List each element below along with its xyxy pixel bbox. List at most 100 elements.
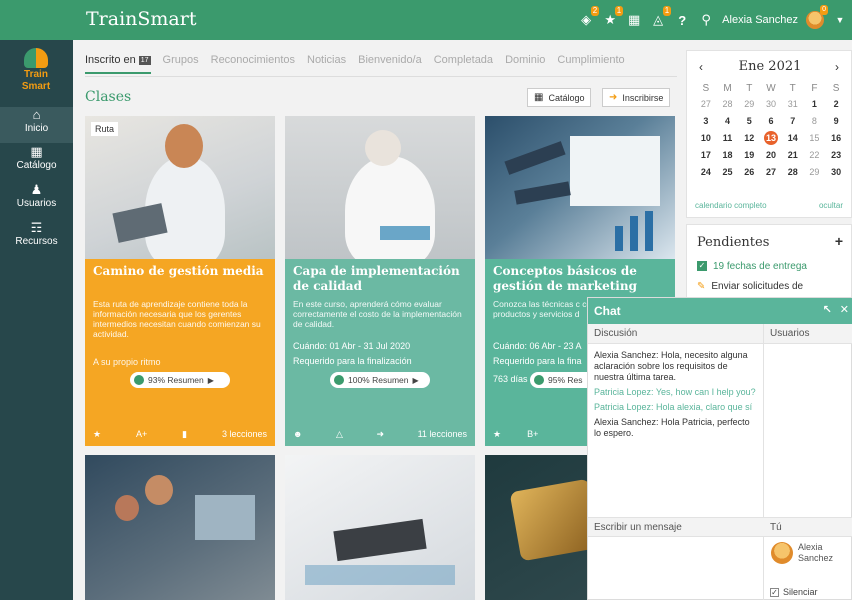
mute-toggle[interactable]: ✓ Silenciar bbox=[770, 587, 818, 597]
sidebar-item-inicio[interactable]: ⌂ Inicio bbox=[0, 107, 73, 143]
chat-message-author: Alexia Sanchez: bbox=[594, 350, 662, 360]
calendar-grid: S M T W T F S 27 28 29 30 31 1 2 3 4 5 6 7 8 9 10 11 12 13 14 15 16… bbox=[695, 83, 847, 179]
calendar-day[interactable]: 30 bbox=[825, 165, 847, 179]
grid-icon[interactable]: ▦ bbox=[626, 12, 642, 28]
calendar-day[interactable]: 30 bbox=[760, 97, 782, 111]
message-input[interactable]: Escribir un mensaje bbox=[594, 522, 682, 533]
calendar-day[interactable]: 15 bbox=[804, 131, 826, 145]
document-icon: ▮ bbox=[182, 428, 188, 439]
expand-icon[interactable]: ↖ bbox=[823, 303, 832, 316]
tab-inscrito[interactable]: Inscrito en 17 bbox=[85, 54, 151, 74]
course-card[interactable] bbox=[85, 455, 275, 600]
calendar-day[interactable]: 9 bbox=[825, 114, 847, 128]
calendar-day[interactable]: 24 bbox=[695, 165, 717, 179]
chevron-right-icon[interactable]: › bbox=[835, 60, 839, 74]
card-footer: ☻ △ ➜ 11 lecciones bbox=[293, 427, 467, 441]
calendar-day[interactable]: 23 bbox=[825, 148, 847, 162]
tab-dominio[interactable]: Dominio bbox=[505, 54, 545, 74]
calendar-day[interactable]: 7 bbox=[782, 114, 804, 128]
calendar-day[interactable]: 2 bbox=[825, 97, 847, 111]
calendar-day[interactable]: 3 bbox=[695, 114, 717, 128]
app-title[interactable]: TrainSmart bbox=[86, 8, 196, 30]
logo-text-smart: Smart bbox=[21, 81, 51, 92]
play-icon: ▶ bbox=[412, 375, 419, 385]
sidebar-item-usuarios[interactable]: ♟ Usuarios bbox=[0, 182, 73, 218]
calendar-day[interactable]: 28 bbox=[782, 165, 804, 179]
course-card[interactable]: Capa de implementación de calidad En est… bbox=[285, 116, 475, 446]
chat-message-author: Alexia Sanchez: bbox=[594, 417, 662, 427]
progress-button[interactable]: 93% Resumen ▶ bbox=[130, 372, 230, 388]
tab-grupos[interactable]: Grupos bbox=[163, 54, 199, 74]
badge-icon[interactable]: ◈ 2 bbox=[578, 6, 600, 28]
calendar-day[interactable]: 31 bbox=[782, 97, 804, 111]
calendar-day[interactable]: 10 bbox=[695, 131, 717, 145]
calendar-day[interactable]: 16 bbox=[825, 131, 847, 145]
course-title[interactable]: Conceptos básicos de gestión de marketin… bbox=[493, 264, 669, 294]
calendar-day[interactable]: 11 bbox=[717, 131, 739, 145]
enroll-button[interactable]: ➜ Inscribirse bbox=[602, 88, 671, 107]
calendar-day[interactable]: 25 bbox=[717, 165, 739, 179]
calendar-day[interactable]: 21 bbox=[782, 148, 804, 162]
calendar-day[interactable]: 27 bbox=[695, 97, 717, 111]
calendar-day[interactable]: 28 bbox=[717, 97, 739, 111]
course-image bbox=[195, 495, 255, 540]
calendar-day[interactable]: 29 bbox=[738, 97, 760, 111]
checkbox-icon: ✓ bbox=[770, 587, 779, 597]
course-title[interactable]: Capa de implementación de calidad bbox=[293, 264, 469, 294]
calendar-day[interactable]: 18 bbox=[717, 148, 739, 162]
catalog-button[interactable]: ▦ Catálogo bbox=[527, 88, 592, 107]
calendar-day[interactable]: 6 bbox=[760, 114, 782, 128]
course-image bbox=[333, 518, 427, 562]
add-icon[interactable]: + bbox=[835, 233, 843, 249]
calendar-day[interactable]: 13 bbox=[763, 131, 778, 145]
calendar-day[interactable]: 29 bbox=[804, 165, 826, 179]
progress-button[interactable]: 100% Resumen ▶ bbox=[330, 372, 430, 388]
course-card-body: Camino de gestión media Esta ruta de apr… bbox=[85, 259, 275, 446]
calendar-hide-link[interactable]: ocultar bbox=[819, 201, 843, 210]
help-icon[interactable]: ? bbox=[674, 12, 690, 28]
pending-item[interactable]: ✎ Enviar solicitudes de bbox=[697, 281, 803, 292]
tab-noticias[interactable]: Noticias bbox=[307, 54, 346, 74]
sidebar-item-catalogo[interactable]: ▦ Catálogo bbox=[0, 144, 73, 180]
chevron-down-icon[interactable]: ▼ bbox=[832, 12, 848, 28]
chat-message: Alexia Sanchez: Hola Patricia, perfecto … bbox=[594, 417, 758, 439]
home-icon: ⌂ bbox=[32, 107, 41, 122]
pending-item[interactable]: ✓ 19 fechas de entrega bbox=[697, 261, 807, 272]
tab-cumplimiento[interactable]: Cumplimiento bbox=[557, 54, 624, 74]
tab-completada[interactable]: Completada bbox=[434, 54, 493, 74]
lessons-count: 3 lecciones bbox=[221, 429, 267, 439]
logo[interactable]: Train Smart bbox=[18, 48, 54, 102]
user-name[interactable]: Alexia Sanchez bbox=[722, 14, 798, 26]
sidebar-item-recursos[interactable]: ☶ Recursos bbox=[0, 220, 73, 256]
search-icon[interactable]: ⚲ bbox=[698, 12, 714, 28]
tab-bienvenido[interactable]: Bienvenido/a bbox=[358, 54, 422, 74]
calendar-day[interactable]: 8 bbox=[804, 114, 826, 128]
chat-message: Alexia Sanchez: Hola, necesito alguna ac… bbox=[594, 350, 758, 383]
sidebar-item-label: Catálogo bbox=[16, 160, 57, 171]
trophy-icon[interactable]: ★ 1 bbox=[602, 6, 624, 28]
pencil-icon: ✎ bbox=[697, 281, 706, 292]
users-header: Usuarios bbox=[770, 328, 810, 339]
chat-header: Chat ↖ ✕ bbox=[588, 298, 852, 324]
calendar-day[interactable]: 14 bbox=[782, 131, 804, 145]
course-card[interactable] bbox=[285, 455, 475, 600]
calendar-day[interactable]: 20 bbox=[760, 148, 782, 162]
close-icon[interactable]: ✕ bbox=[840, 303, 849, 316]
calendar-day[interactable]: 5 bbox=[738, 114, 760, 128]
cart-icon[interactable]: ◬ 1 bbox=[650, 6, 672, 28]
calendar-day[interactable]: 12 bbox=[738, 131, 760, 145]
course-card[interactable]: Ruta Camino de gestión media Esta ruta d… bbox=[85, 116, 275, 446]
calendar-day[interactable]: 22 bbox=[804, 148, 826, 162]
section-title: Clases bbox=[85, 89, 132, 105]
calendar-day[interactable]: 1 bbox=[804, 97, 826, 111]
calendar-full-link[interactable]: calendario completo bbox=[695, 201, 767, 210]
calendar-day[interactable]: 19 bbox=[738, 148, 760, 162]
course-title[interactable]: Camino de gestión media bbox=[93, 264, 269, 279]
calendar-day[interactable]: 27 bbox=[760, 165, 782, 179]
tab-reconocimientos[interactable]: Reconocimientos bbox=[211, 54, 295, 74]
calendar-day[interactable]: 26 bbox=[738, 165, 760, 179]
calendar-day[interactable]: 4 bbox=[717, 114, 739, 128]
card-footer: ★ A+ ▮ 3 lecciones bbox=[93, 427, 267, 441]
avatar[interactable]: 0 bbox=[806, 5, 828, 29]
calendar-day[interactable]: 17 bbox=[695, 148, 717, 162]
